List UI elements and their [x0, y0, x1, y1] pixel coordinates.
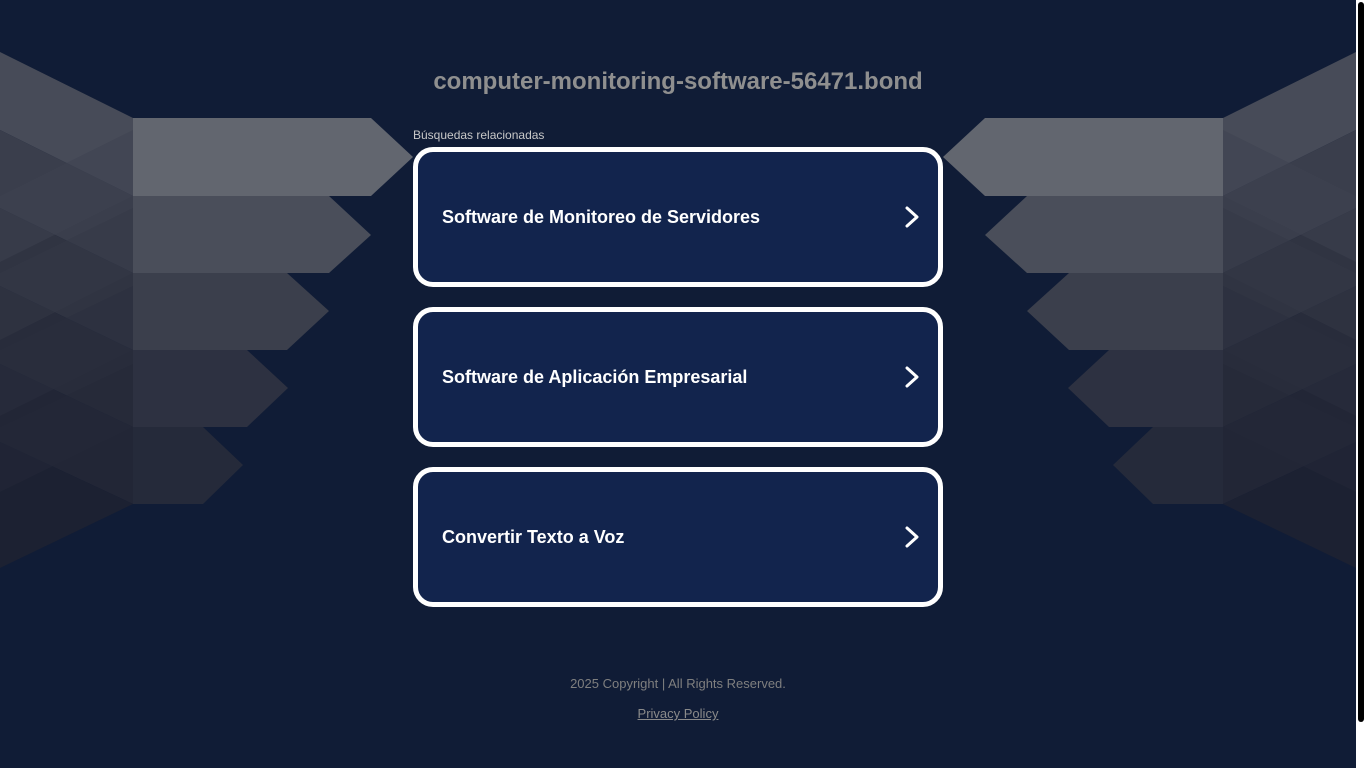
vertical-scrollbar[interactable] [1356, 0, 1366, 768]
related-search-link-text-to-speech[interactable]: Convertir Texto a Voz [413, 467, 943, 607]
footer-copyright: 2025 Copyright | All Rights Reserved. [570, 676, 786, 691]
scrollbar-thumb[interactable] [1358, 2, 1364, 722]
privacy-policy-link[interactable]: Privacy Policy [638, 706, 719, 721]
parked-domain-page: computer-monitoring-software-56471.bond … [0, 0, 1366, 768]
related-searches-label: Búsquedas relacionadas [413, 128, 545, 142]
chevron-right-icon [905, 206, 919, 228]
chevron-right-icon [905, 366, 919, 388]
related-search-label: Software de Monitoreo de Servidores [442, 207, 761, 227]
page-title: computer-monitoring-software-56471.bond [433, 68, 923, 95]
related-search-link-enterprise-software[interactable]: Software de Aplicación Empresarial [413, 307, 943, 447]
chevron-right-icon [905, 526, 919, 548]
related-search-label: Software de Aplicación Empresarial [442, 367, 748, 387]
footer-privacy: Privacy Policy [0, 706, 1356, 721]
related-search-label: Convertir Texto a Voz [442, 527, 625, 547]
related-search-link-server-monitoring[interactable]: Software de Monitoreo de Servidores [413, 147, 943, 287]
